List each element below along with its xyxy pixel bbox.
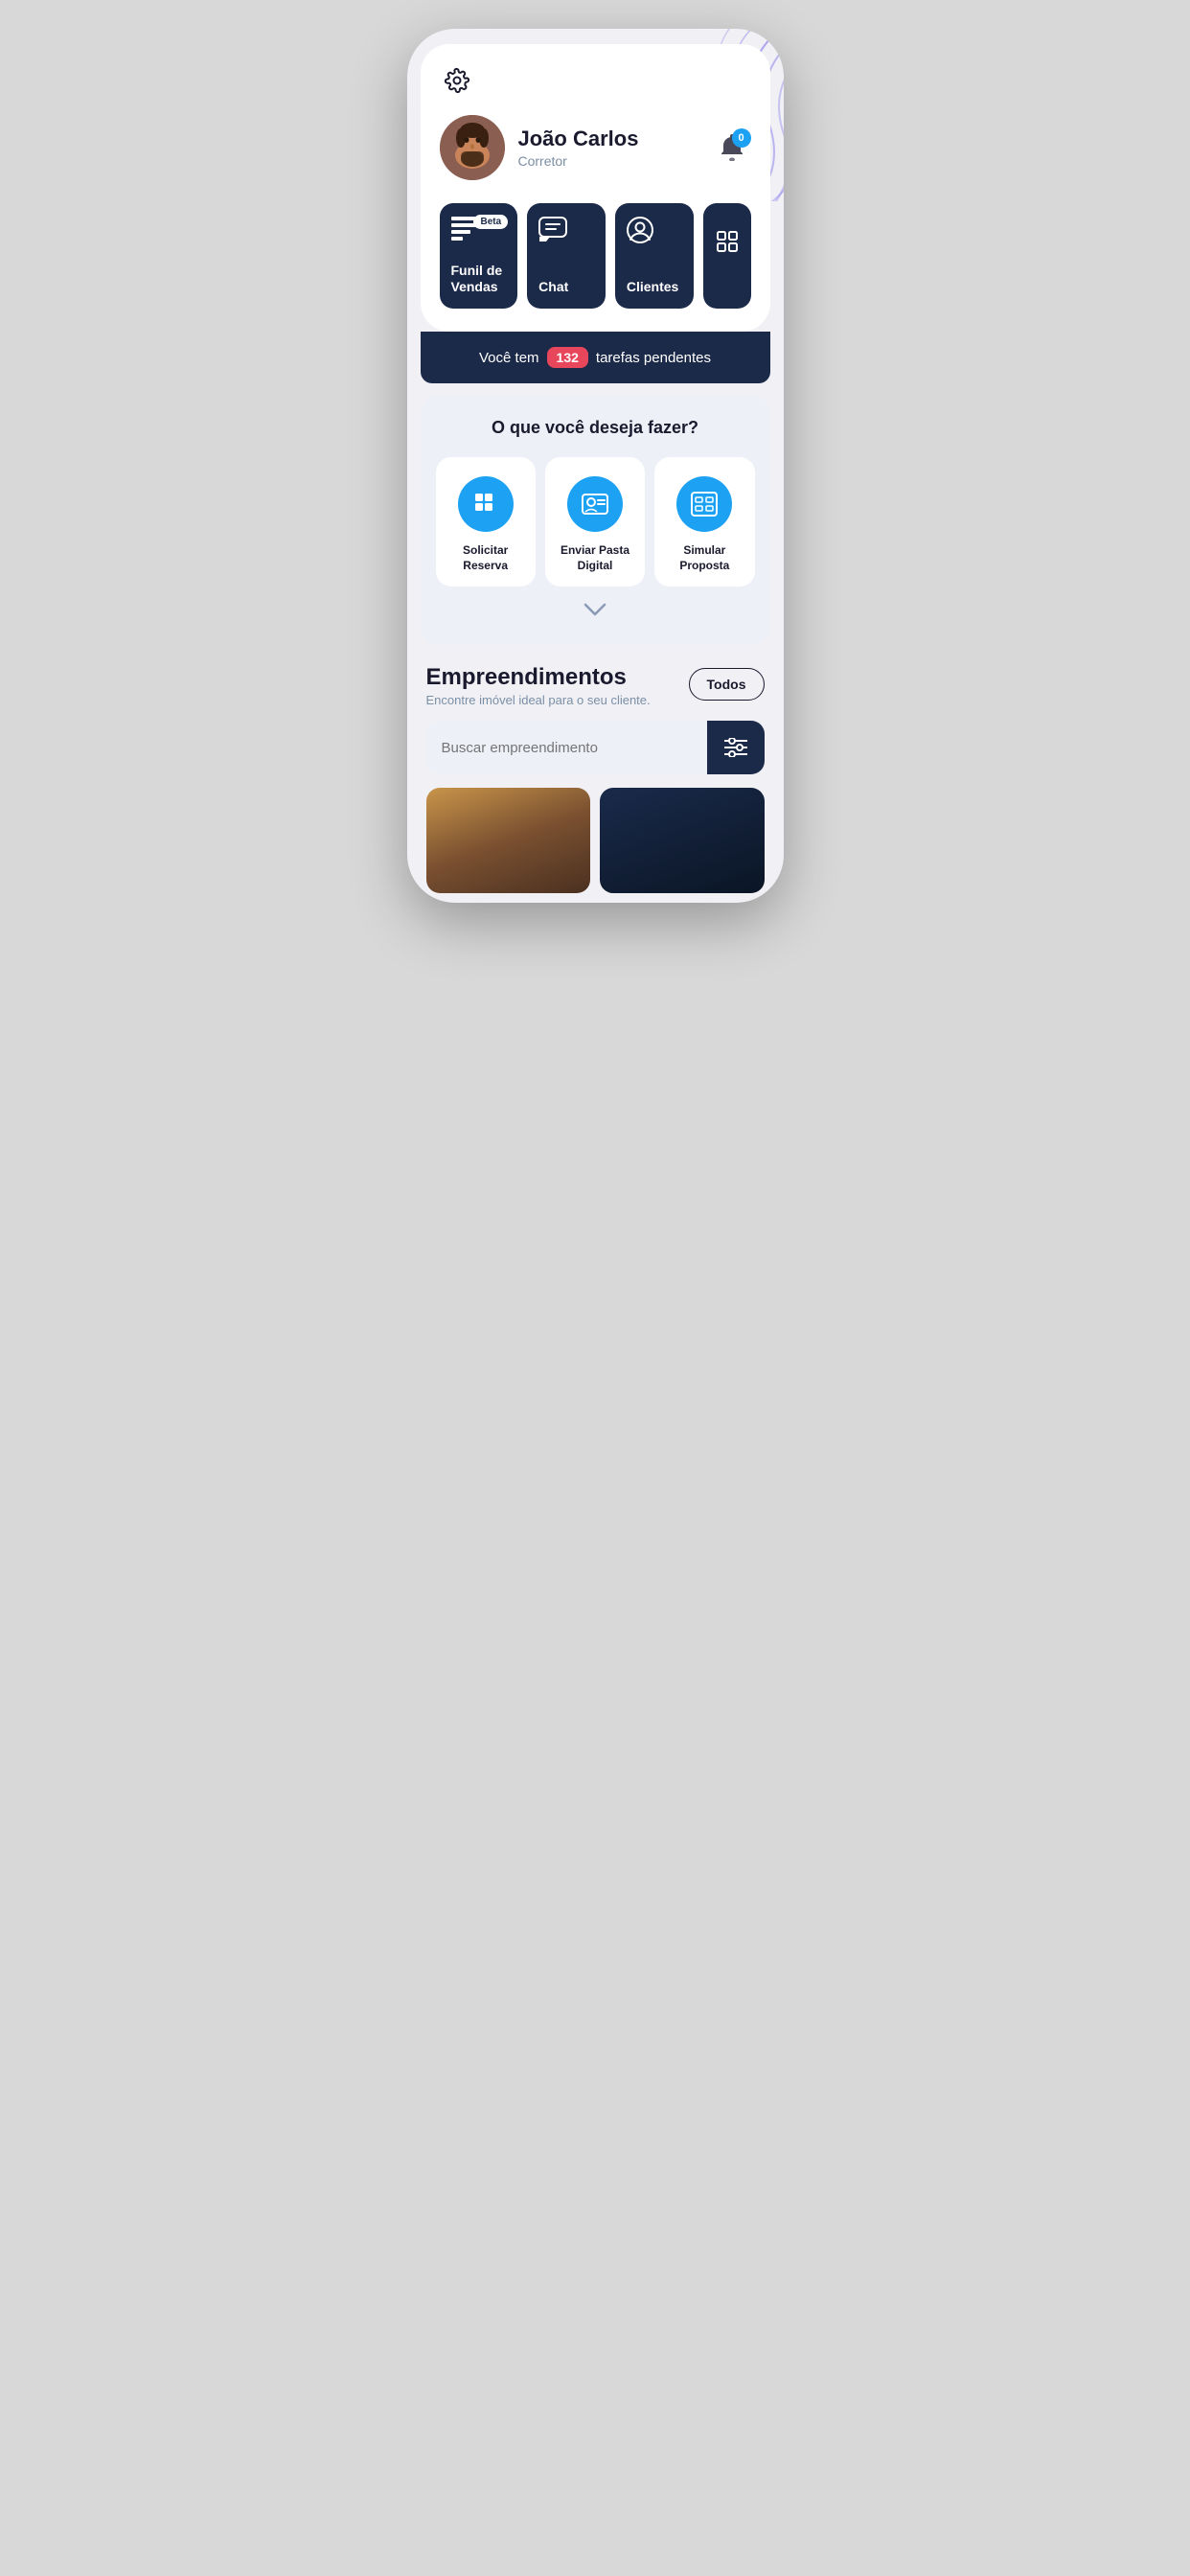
empreend-title: Empreendimentos [426, 664, 651, 691]
menu-item-clientes[interactable]: Clientes [615, 203, 694, 309]
simular-icon [676, 476, 732, 532]
notification-button[interactable]: 0 [713, 128, 751, 167]
property-card-1[interactable] [426, 788, 591, 893]
menu-row: Beta Funil de Vendas [440, 203, 751, 309]
profile-row: João Carlos Corretor 0 [440, 115, 751, 180]
more-icon [716, 230, 739, 259]
avatar [440, 115, 505, 180]
filter-button[interactable] [707, 721, 765, 774]
tasks-prefix: Você tem [479, 350, 539, 366]
profile-name: João Carlos [518, 126, 699, 151]
property-cards-row [426, 788, 765, 903]
todos-button[interactable]: Todos [689, 668, 765, 701]
profile-role: Corretor [518, 153, 699, 169]
chat-icon [538, 217, 567, 248]
tasks-banner: Você tem 132 tarefas pendentes [421, 332, 770, 383]
search-input[interactable] [426, 723, 707, 773]
settings-button[interactable] [440, 63, 474, 98]
actions-section: O que você deseja fazer? Solicitar Reser… [421, 395, 770, 645]
actions-grid: Solicitar Reserva Enviar Pasta Digital [436, 457, 755, 586]
notification-badge: 0 [732, 128, 751, 148]
simular-label: Simular Proposta [664, 543, 744, 573]
actions-title: O que você deseja fazer? [436, 418, 755, 438]
funil-label: Funil de Vendas [451, 263, 507, 295]
empreend-title-group: Empreendimentos Encontre imóvel ideal pa… [426, 664, 651, 707]
empreendimentos-section: Empreendimentos Encontre imóvel ideal pa… [407, 645, 784, 903]
chevron-down[interactable] [436, 586, 755, 626]
action-card-simular[interactable]: Simular Proposta [654, 457, 754, 586]
menu-item-more[interactable] [703, 203, 751, 309]
reserva-label: Solicitar Reserva [446, 543, 526, 573]
chat-label: Chat [538, 279, 568, 295]
action-card-reserva[interactable]: Solicitar Reserva [436, 457, 536, 586]
empreend-header: Empreendimentos Encontre imóvel ideal pa… [426, 664, 765, 707]
tasks-count: 132 [547, 347, 588, 368]
profile-info: João Carlos Corretor [518, 126, 699, 169]
settings-row [440, 63, 751, 98]
beta-badge: Beta [473, 215, 508, 229]
pasta-label: Enviar Pasta Digital [555, 543, 635, 573]
phone-frame: João Carlos Corretor 0 Beta [407, 29, 784, 903]
tasks-suffix: tarefas pendentes [596, 350, 711, 366]
reserva-icon [458, 476, 514, 532]
empreend-subtitle: Encontre imóvel ideal para o seu cliente… [426, 693, 651, 707]
clientes-label: Clientes [627, 279, 678, 295]
action-card-pasta[interactable]: Enviar Pasta Digital [545, 457, 645, 586]
main-card: João Carlos Corretor 0 Beta [421, 44, 770, 332]
menu-item-chat[interactable]: Chat [527, 203, 606, 309]
search-bar [426, 721, 765, 774]
property-card-2[interactable] [600, 788, 765, 893]
pasta-icon [567, 476, 623, 532]
clientes-icon [627, 217, 653, 248]
menu-item-funil[interactable]: Beta Funil de Vendas [440, 203, 518, 309]
